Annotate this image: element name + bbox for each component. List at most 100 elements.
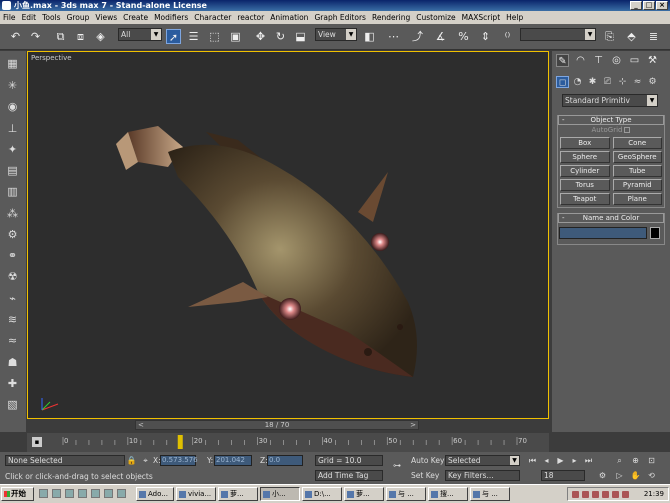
taskbar-item[interactable]: vivia... (176, 487, 216, 501)
menu-file[interactable]: File (3, 13, 16, 22)
menu-character[interactable]: Character (194, 13, 231, 22)
quicklaunch-app-icon[interactable] (65, 489, 74, 498)
menu-help[interactable]: Help (506, 13, 523, 22)
quicklaunch-app-icon[interactable] (117, 489, 126, 498)
dynamics-icon[interactable]: ☢ (5, 269, 20, 284)
nurbs-icon[interactable]: ⚭ (5, 248, 20, 263)
time-configuration-icon[interactable]: ⚙ (597, 470, 608, 481)
lights-icon[interactable]: ✳ (5, 78, 20, 93)
utilities-tab-icon[interactable]: ⚒ (646, 54, 659, 67)
modify-tab-icon[interactable]: ◠ (574, 54, 587, 67)
tray-icon[interactable] (602, 491, 609, 498)
x-coordinate-field[interactable]: 0.573.576 (160, 455, 198, 466)
select-manipulate-icon[interactable]: ⋯ (386, 29, 401, 44)
tube-button[interactable]: Tube (612, 165, 662, 177)
edit-named-selection-icon[interactable]: ⁽⁾ (500, 29, 515, 44)
set-key-button[interactable]: Set Key (411, 471, 439, 480)
taskbar-item[interactable]: 搜... (428, 487, 468, 501)
quicklaunch-ie-icon[interactable] (52, 489, 61, 498)
slider-right-icon[interactable]: > (410, 421, 416, 429)
bind-to-space-warp-icon[interactable]: ◈ (93, 29, 108, 44)
sphere-button[interactable]: Sphere (560, 151, 610, 163)
spinner-snap-icon[interactable]: ⇕ (478, 29, 493, 44)
lights-icon[interactable]: ✱ (586, 76, 599, 88)
perspective-viewport[interactable]: Perspective (27, 51, 549, 419)
angle-snap-icon[interactable]: ∡ (433, 29, 448, 44)
primitive-category-dropdown[interactable]: Standard Primitiv ▼ (562, 94, 658, 107)
set-key-icon[interactable]: ⊶ (388, 460, 406, 471)
rotate-icon[interactable]: ↻ (273, 29, 288, 44)
unlink-selection-icon[interactable]: ⧈ (73, 29, 88, 44)
menu-group[interactable]: Group (67, 13, 90, 22)
menu-animation[interactable]: Animation (270, 13, 308, 22)
named-selection-sets-dropdown[interactable]: ▼ (520, 28, 596, 41)
teapot-button[interactable]: Teapot (560, 193, 610, 205)
menu-maxscript[interactable]: MAXScript (462, 13, 501, 22)
menu-graph-editors[interactable]: Graph Editors (314, 13, 366, 22)
z-coordinate-field[interactable]: 0.0 (267, 455, 303, 466)
pivot-center-icon[interactable]: ◧ (362, 29, 377, 44)
space-warps-icon[interactable]: ≈ (631, 76, 644, 88)
align-icon[interactable]: ⬘ (624, 29, 639, 44)
arc-rotate-icon[interactable]: ⟲ (646, 470, 657, 481)
character-icon[interactable]: ☗ (5, 355, 20, 370)
reactor-icon[interactable]: ✚ (5, 376, 20, 391)
select-by-name-icon[interactable]: ☰ (186, 29, 201, 44)
space-warps-icon[interactable]: ✦ (5, 142, 20, 157)
shapes-icon[interactable]: ◔ (571, 76, 584, 88)
taskbar-item[interactable]: 萝... (218, 487, 258, 501)
quicklaunch-app-icon[interactable] (78, 489, 87, 498)
mirror-icon[interactable]: ⎘ (602, 29, 617, 44)
torus-button[interactable]: Torus (560, 179, 610, 191)
cone-button[interactable]: Cone (612, 137, 662, 149)
previous-frame-icon[interactable]: ◂ (541, 455, 552, 466)
add-time-tag-button[interactable]: Add Time Tag (315, 470, 383, 481)
menu-views[interactable]: Views (95, 13, 117, 22)
compound-icon[interactable]: ▥ (5, 184, 20, 199)
time-slider[interactable]: < 18 / 70 > (135, 420, 419, 430)
current-frame-field[interactable]: 18 (541, 470, 585, 481)
quicklaunch-desktop-icon[interactable] (39, 489, 48, 498)
select-object-icon[interactable]: ➚ (166, 29, 181, 44)
snaps-toggle-icon[interactable]: ⤴ (410, 29, 425, 44)
absolute-mode-icon[interactable]: ⌖ (140, 455, 151, 466)
go-to-start-icon[interactable]: ⏮ (527, 455, 538, 466)
pyramid-button[interactable]: Pyramid (612, 179, 662, 191)
quicklaunch-app-icon[interactable] (91, 489, 100, 498)
object-name-field[interactable] (559, 227, 647, 239)
display-tab-icon[interactable]: ▭ (628, 54, 641, 67)
key-mode-dropdown[interactable]: Selected ▼ (445, 455, 520, 466)
reference-coordinate-dropdown[interactable]: View ▼ (315, 28, 357, 41)
go-to-end-icon[interactable]: ⏭ (583, 455, 594, 466)
taskbar-item[interactable]: 与 ... (386, 487, 426, 501)
tray-icon[interactable] (572, 491, 579, 498)
taskbar-item[interactable]: D:\... (302, 487, 342, 501)
minimize-button[interactable]: _ (630, 1, 642, 10)
play-icon[interactable]: ▶ (555, 455, 566, 466)
y-coordinate-field[interactable]: 201.042 (214, 455, 252, 466)
geometry-icon[interactable]: ◻ (556, 76, 569, 88)
key-filters-button[interactable]: Key Filters... (445, 470, 520, 481)
name-and-color-header[interactable]: - Name and Color (558, 213, 664, 223)
cylinder-button[interactable]: Cylinder (560, 165, 610, 177)
render-icon[interactable]: ▧ (5, 397, 20, 412)
rectangular-selection-icon[interactable]: ⬚ (207, 29, 222, 44)
current-frame-marker[interactable] (177, 435, 183, 449)
maximize-button[interactable]: □ (643, 1, 655, 10)
move-icon[interactable]: ✥ (253, 29, 268, 44)
percent-snap-icon[interactable]: % (456, 29, 471, 44)
auto-key-button[interactable]: Auto Key (411, 456, 444, 465)
zoom-extents-icon[interactable]: ⊡ (646, 455, 657, 466)
window-crossing-icon[interactable]: ▣ (228, 29, 243, 44)
tray-icon[interactable] (582, 491, 589, 498)
menu-customize[interactable]: Customize (416, 13, 455, 22)
surface-icon[interactable]: ≋ (5, 312, 20, 327)
taskbar-item[interactable]: 与 ... (470, 487, 510, 501)
track-bar[interactable]: ▪ 0 10 20 30 40 50 60 70 (27, 433, 549, 452)
object-type-header[interactable]: - Object Type (558, 115, 664, 125)
autogrid-checkbox[interactable]: AutoGrid (558, 125, 664, 135)
cameras-icon[interactable]: ⎚ (601, 76, 614, 88)
menu-edit[interactable]: Edit (22, 13, 37, 22)
pan-icon[interactable]: ✋ (630, 470, 641, 481)
field-of-view-icon[interactable]: ▷ (614, 470, 625, 481)
